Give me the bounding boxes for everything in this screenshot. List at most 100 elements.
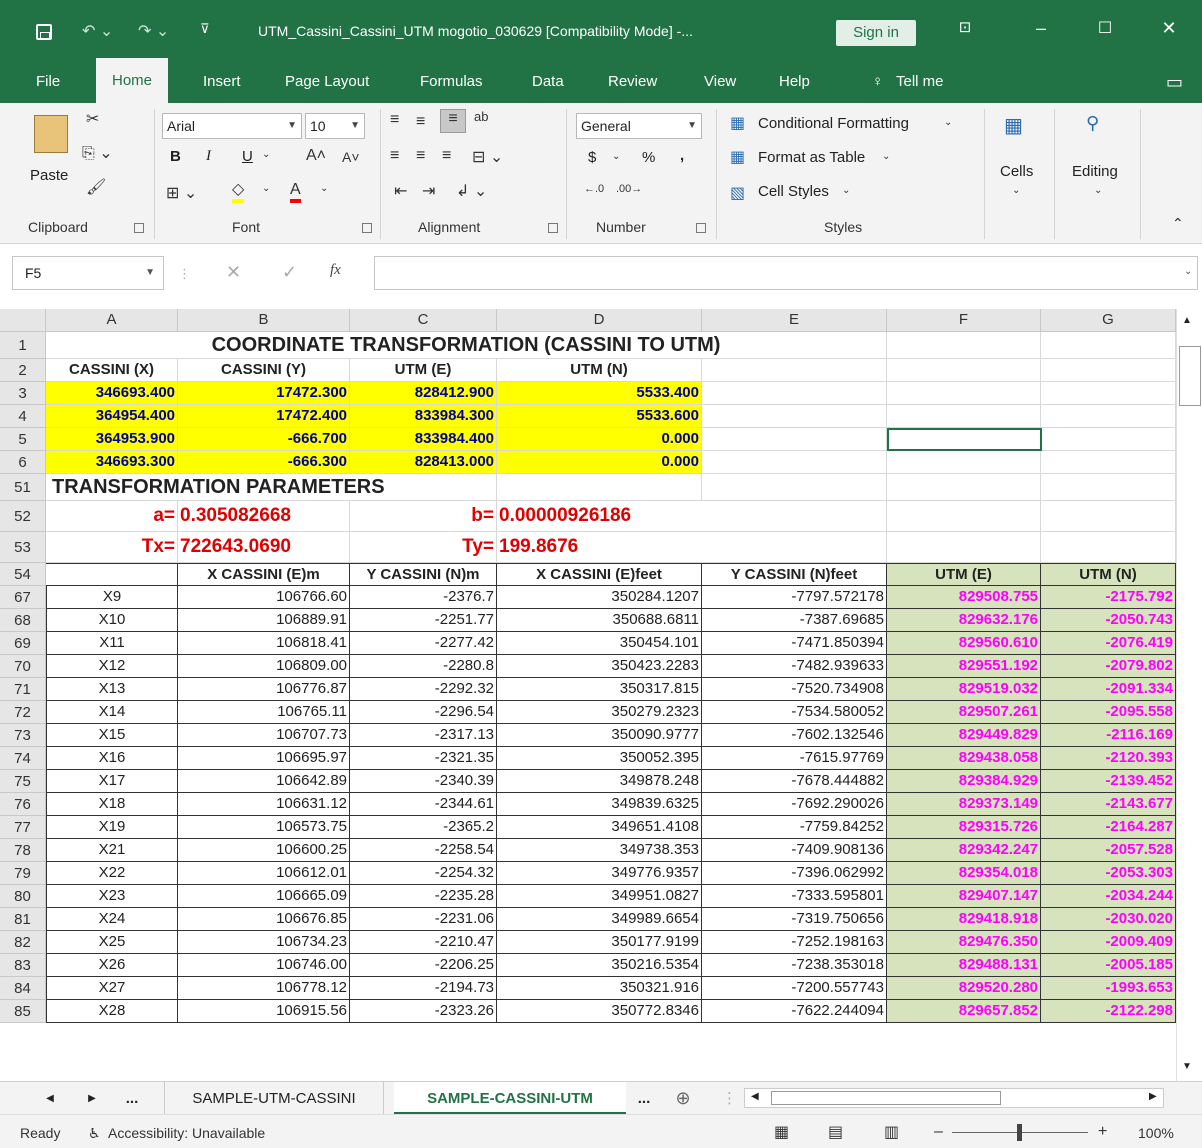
cell[interactable] bbox=[1041, 501, 1176, 532]
align-right-icon[interactable]: ≡ bbox=[442, 147, 451, 165]
coordinate-cell[interactable]: 17472.400 bbox=[178, 405, 350, 428]
data-cell[interactable]: -7387.69685 bbox=[702, 609, 887, 632]
font-color-icon[interactable]: A bbox=[290, 181, 301, 203]
data-cell[interactable]: -7200.557743 bbox=[702, 977, 887, 1000]
point-id-cell[interactable]: X19 bbox=[46, 816, 178, 839]
align-center-icon[interactable]: ≡ bbox=[416, 147, 425, 165]
save-icon[interactable] bbox=[36, 24, 52, 40]
data-cell[interactable]: -2210.47 bbox=[350, 931, 497, 954]
data-cell[interactable]: -2030.020 bbox=[1041, 908, 1176, 931]
enter-icon[interactable]: ✓ bbox=[282, 262, 297, 283]
table-column-header[interactable]: Y CASSINI (N)feet bbox=[702, 563, 887, 586]
data-cell[interactable]: -7534.580052 bbox=[702, 701, 887, 724]
data-cell[interactable]: -7319.750656 bbox=[702, 908, 887, 931]
row-header[interactable]: 84 bbox=[0, 977, 46, 1000]
comments-icon[interactable]: ▭ bbox=[1166, 68, 1183, 103]
data-cell[interactable]: -2175.792 bbox=[1041, 586, 1176, 609]
coordinate-cell[interactable]: -666.300 bbox=[178, 451, 350, 474]
align-top-icon[interactable]: ≡ bbox=[390, 111, 399, 129]
data-cell[interactable]: 350317.815 bbox=[497, 678, 702, 701]
coordinate-cell[interactable]: 5533.600 bbox=[497, 405, 702, 428]
cell[interactable] bbox=[887, 532, 1041, 563]
sign-in-button[interactable]: Sign in bbox=[836, 20, 916, 46]
ribbon-display-icon[interactable]: ⊡ bbox=[950, 18, 980, 36]
row-header[interactable]: 1 bbox=[0, 332, 46, 359]
minimize-icon[interactable]: – bbox=[1026, 18, 1056, 39]
data-cell[interactable]: 350423.2283 bbox=[497, 655, 702, 678]
data-cell[interactable]: -2057.528 bbox=[1041, 839, 1176, 862]
conditional-formatting-dropdown-icon[interactable]: ⌄ bbox=[944, 117, 952, 128]
decrease-indent-icon[interactable]: ⇤ bbox=[394, 181, 407, 201]
insert-function-button[interactable]: fx bbox=[330, 262, 341, 279]
sheet-title[interactable]: COORDINATE TRANSFORMATION (CASSINI TO UT… bbox=[46, 332, 887, 359]
coordinate-cell[interactable]: 5533.400 bbox=[497, 382, 702, 405]
data-cell[interactable]: 829418.918 bbox=[887, 908, 1041, 931]
cell[interactable] bbox=[1041, 332, 1176, 359]
format-painter-icon[interactable]: 🖌 bbox=[86, 177, 106, 197]
param-label[interactable]: Tx= bbox=[46, 532, 178, 563]
data-cell[interactable]: 106676.85 bbox=[178, 908, 350, 931]
data-cell[interactable]: -2050.743 bbox=[1041, 609, 1176, 632]
point-id-cell[interactable]: X28 bbox=[46, 1000, 178, 1023]
data-cell[interactable]: 106766.60 bbox=[178, 586, 350, 609]
point-id-cell[interactable]: X24 bbox=[46, 908, 178, 931]
tab-splitter-icon[interactable]: ⋮ bbox=[722, 1082, 737, 1115]
row-header[interactable]: 82 bbox=[0, 931, 46, 954]
data-cell[interactable]: 829507.261 bbox=[887, 701, 1041, 724]
scroll-up-icon[interactable]: ▲ bbox=[1182, 315, 1192, 326]
point-id-cell[interactable]: X12 bbox=[46, 655, 178, 678]
data-cell[interactable]: 829657.852 bbox=[887, 1000, 1041, 1023]
column-header-e[interactable]: E bbox=[702, 309, 887, 332]
cell[interactable] bbox=[1041, 474, 1176, 501]
data-cell[interactable]: 106707.73 bbox=[178, 724, 350, 747]
row-header[interactable]: 69 bbox=[0, 632, 46, 655]
increase-indent-icon[interactable]: ⇥ bbox=[422, 181, 435, 201]
page-break-view-icon[interactable]: ▥ bbox=[884, 1122, 899, 1142]
data-cell[interactable]: 349878.248 bbox=[497, 770, 702, 793]
data-cell[interactable]: 106695.97 bbox=[178, 747, 350, 770]
data-cell[interactable]: -2206.25 bbox=[350, 954, 497, 977]
formula-input[interactable] bbox=[374, 256, 1198, 290]
tab-page-layout[interactable]: Page Layout bbox=[285, 68, 369, 103]
data-cell[interactable]: 106734.23 bbox=[178, 931, 350, 954]
row-header[interactable]: 73 bbox=[0, 724, 46, 747]
data-cell[interactable]: 106600.25 bbox=[178, 839, 350, 862]
data-cell[interactable]: -7602.132546 bbox=[702, 724, 887, 747]
sheet-tab-utm-cassini[interactable]: SAMPLE-UTM-CASSINI bbox=[164, 1082, 384, 1115]
cell-styles-button[interactable]: Cell Styles bbox=[758, 183, 829, 200]
row-header[interactable]: 71 bbox=[0, 678, 46, 701]
section-title[interactable]: TRANSFORMATION PARAMETERS bbox=[46, 474, 497, 501]
data-cell[interactable]: 106573.75 bbox=[178, 816, 350, 839]
cell[interactable] bbox=[1041, 382, 1176, 405]
cell[interactable] bbox=[887, 332, 1041, 359]
column-header-a[interactable]: A bbox=[46, 309, 178, 332]
data-cell[interactable]: 829551.192 bbox=[887, 655, 1041, 678]
param-value[interactable]: 0.00000926186 bbox=[497, 501, 887, 532]
data-cell[interactable]: -7622.244094 bbox=[702, 1000, 887, 1023]
data-cell[interactable]: -2164.287 bbox=[1041, 816, 1176, 839]
data-cell[interactable]: -2292.32 bbox=[350, 678, 497, 701]
param-value[interactable]: 0.305082668 bbox=[178, 501, 350, 532]
data-cell[interactable]: 350216.5354 bbox=[497, 954, 702, 977]
spreadsheet-grid[interactable]: A B C D E F G 1 COORDINATE TRANSFORMATION (CASSI… bbox=[0, 309, 1176, 1081]
data-cell[interactable]: 350177.9199 bbox=[497, 931, 702, 954]
prev-sheet-icon[interactable]: ◀ bbox=[42, 1082, 58, 1115]
underline-button[interactable]: U bbox=[242, 148, 253, 165]
data-cell[interactable]: -2034.244 bbox=[1041, 885, 1176, 908]
cell[interactable] bbox=[702, 428, 887, 451]
column-label[interactable]: UTM (N) bbox=[497, 359, 702, 382]
row-header[interactable]: 78 bbox=[0, 839, 46, 862]
column-label[interactable]: CASSINI (X) bbox=[46, 359, 178, 382]
param-value[interactable]: 199.8676 bbox=[497, 532, 887, 563]
data-cell[interactable]: -2317.13 bbox=[350, 724, 497, 747]
cell[interactable] bbox=[887, 405, 1041, 428]
cut-icon[interactable]: ✂ bbox=[86, 109, 99, 129]
data-cell[interactable]: 829632.176 bbox=[887, 609, 1041, 632]
data-cell[interactable]: 349989.6654 bbox=[497, 908, 702, 931]
coordinate-cell[interactable]: 828412.900 bbox=[350, 382, 497, 405]
cell[interactable] bbox=[887, 382, 1041, 405]
data-cell[interactable]: -2340.39 bbox=[350, 770, 497, 793]
row-header[interactable]: 83 bbox=[0, 954, 46, 977]
cell[interactable] bbox=[1041, 451, 1176, 474]
data-cell[interactable]: 106746.00 bbox=[178, 954, 350, 977]
